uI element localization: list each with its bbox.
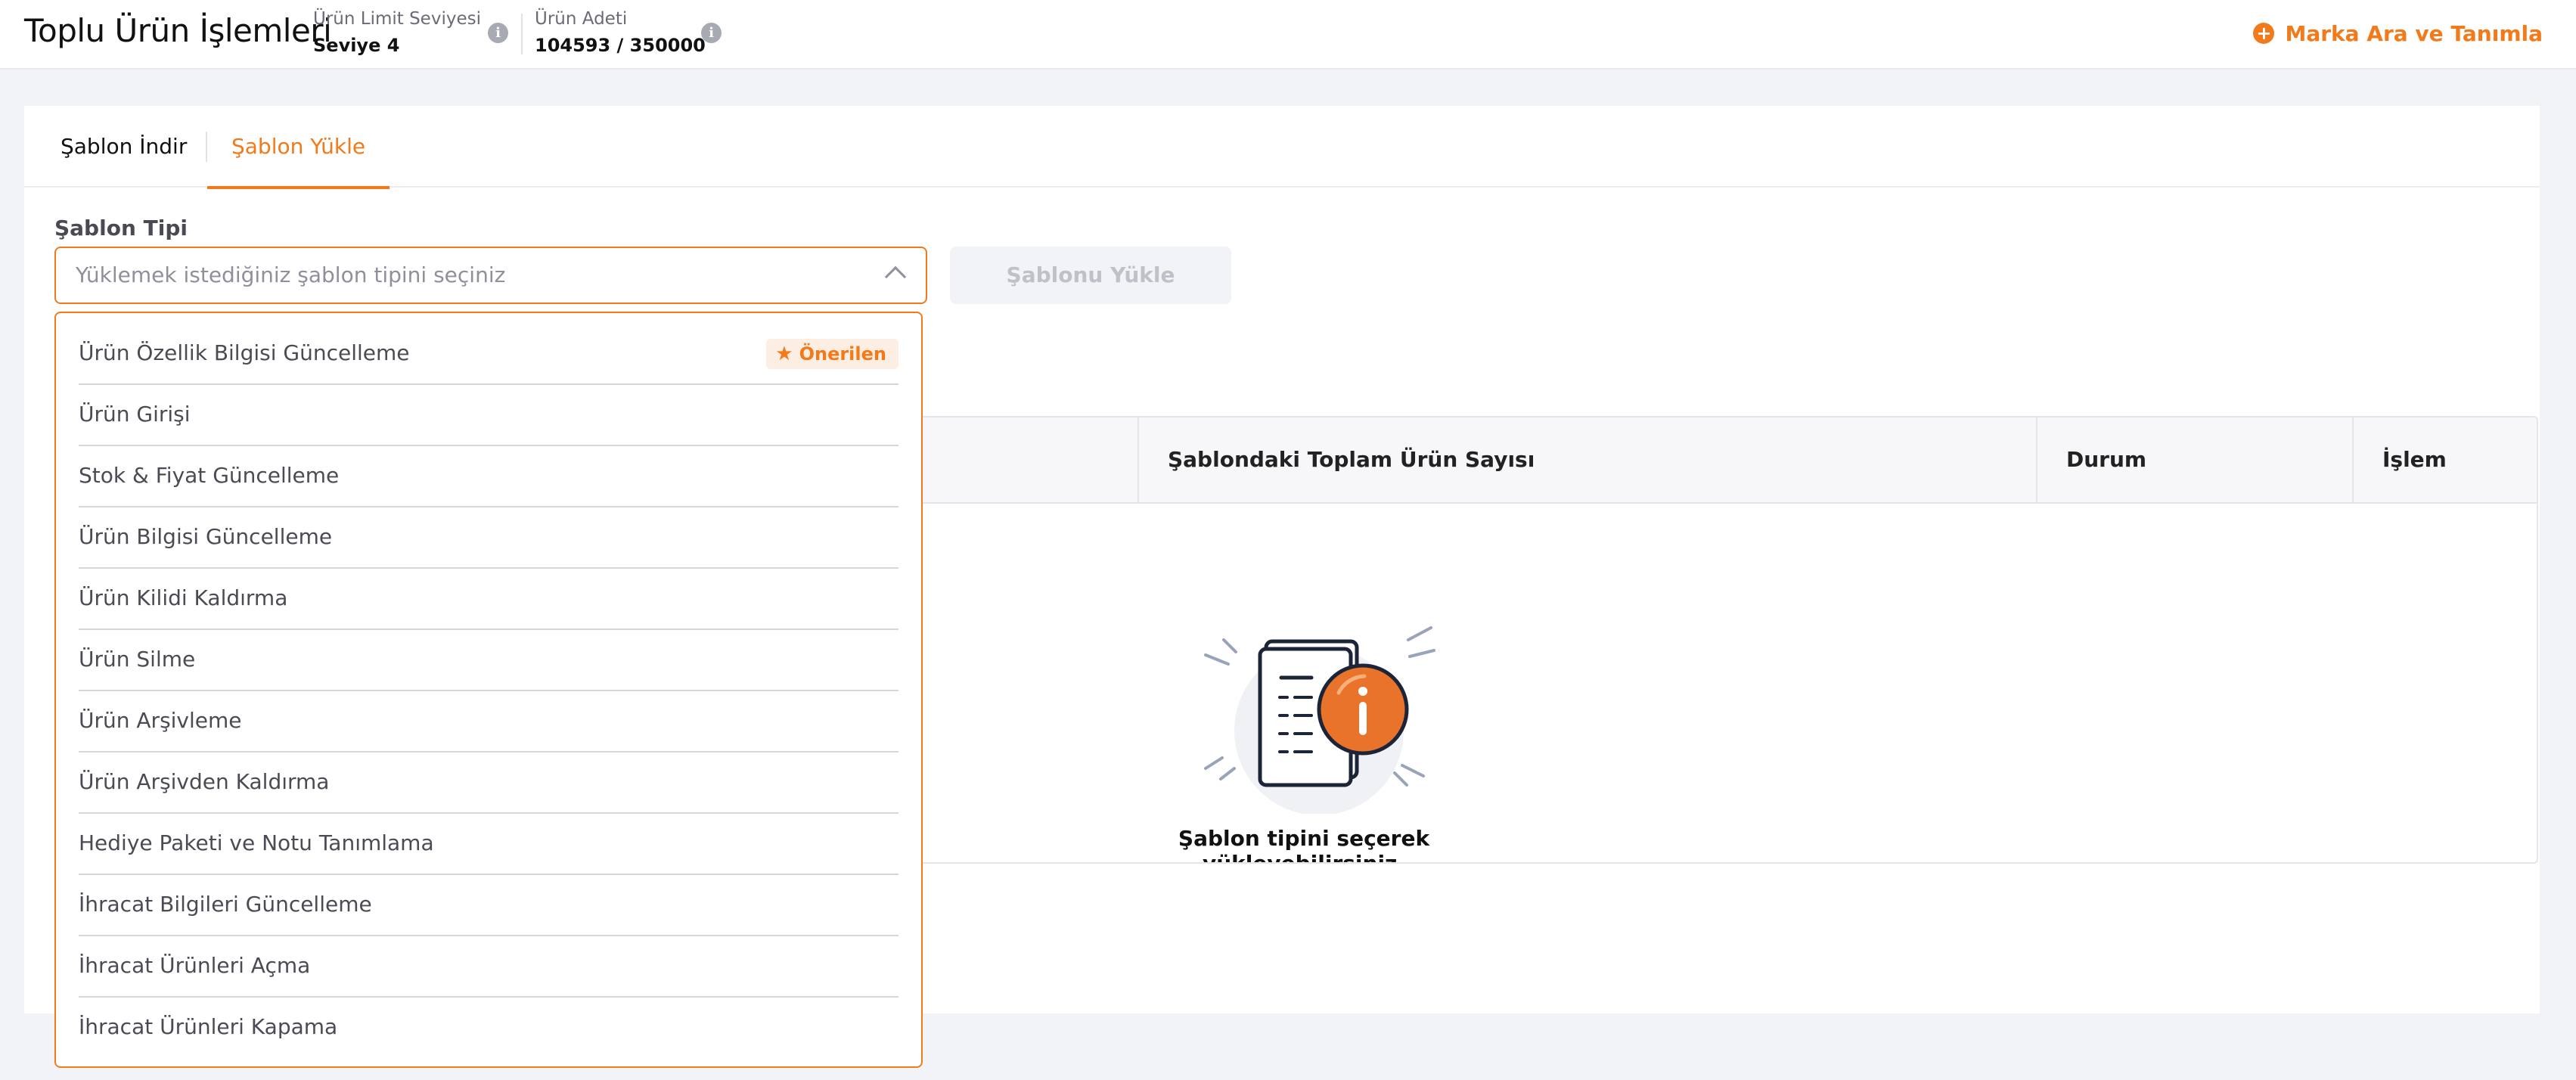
- empty-state-message: Şablon tipini seçerek yükleyebilirsiniz.: [1178, 826, 1430, 864]
- dropdown-option-label: İhracat Ürünleri Kapama: [79, 1014, 338, 1039]
- template-type-placeholder: Yüklemek istediğiniz şablon tipini seçin…: [76, 262, 506, 287]
- template-type-dropdown: Ürün Özellik Bilgisi Güncelleme ★ Öneril…: [54, 312, 923, 1068]
- limit-level-value: Seviye 4: [313, 35, 400, 56]
- upload-template-button[interactable]: Şablonu Yükle: [950, 247, 1231, 304]
- plus-circle-icon: +: [2253, 23, 2275, 44]
- recommended-badge-label: Önerilen: [799, 343, 886, 365]
- brand-search-button[interactable]: + Marka Ara ve Tanımla: [2253, 18, 2543, 48]
- column-status: Durum: [2036, 417, 2352, 502]
- dropdown-option[interactable]: Ürün Silme: [79, 630, 898, 691]
- info-icon[interactable]: i: [488, 23, 508, 43]
- dropdown-option-label: Ürün Kilidi Kaldırma: [79, 585, 288, 610]
- tab-template-download[interactable]: Şablon İndir: [61, 106, 187, 188]
- template-type-label: Şablon Tipi: [54, 216, 188, 241]
- dropdown-option-label: Ürün Özellik Bilgisi Güncelleme: [79, 340, 410, 365]
- dropdown-option[interactable]: Ürün Kilidi Kaldırma: [79, 569, 898, 630]
- product-count-value: 104593 / 350000: [535, 35, 706, 56]
- dropdown-option-label: Ürün Bilgisi Güncelleme: [79, 524, 333, 549]
- tab-template-upload[interactable]: Şablon Yükle: [207, 106, 390, 189]
- info-icon[interactable]: i: [701, 23, 722, 43]
- dropdown-option[interactable]: İhracat Ürünleri Kapama: [79, 998, 898, 1059]
- dropdown-option[interactable]: Ürün Bilgisi Güncelleme: [79, 507, 898, 569]
- header-divider: [521, 14, 523, 54]
- chevron-up-icon: [884, 265, 907, 288]
- star-icon: ★: [775, 343, 793, 365]
- dropdown-option[interactable]: Ürün Arşivden Kaldırma: [79, 753, 898, 814]
- dropdown-option[interactable]: Ürün Özellik Bilgisi Güncelleme ★ Öneril…: [79, 324, 898, 385]
- column-action: İşlem: [2352, 417, 2537, 502]
- dropdown-option-label: Ürün Arşivden Kaldırma: [79, 769, 330, 794]
- dropdown-option[interactable]: Ürün Arşivleme: [79, 691, 898, 753]
- dropdown-option-label: İhracat Ürünleri Açma: [79, 953, 311, 978]
- dropdown-option[interactable]: İhracat Bilgileri Güncelleme: [79, 875, 898, 936]
- template-type-select[interactable]: Yüklemek istediğiniz şablon tipini seçin…: [54, 247, 927, 304]
- dropdown-option-label: Ürün Silme: [79, 647, 196, 672]
- dropdown-option[interactable]: İhracat Ürünleri Açma: [79, 936, 898, 998]
- dropdown-option-label: Stok & Fiyat Güncelleme: [79, 463, 340, 488]
- product-count-block: Ürün Adeti 104593 / 350000: [535, 9, 706, 56]
- column-total-products: Şablondaki Toplam Ürün Sayısı: [1137, 417, 2036, 502]
- dropdown-option[interactable]: Stok & Fiyat Güncelleme: [79, 446, 898, 507]
- document-info-icon: [1204, 626, 1435, 814]
- dropdown-option-label: İhracat Bilgileri Güncelleme: [79, 892, 372, 917]
- tab-bar: Şablon İndir Şablon Yükle: [24, 106, 2540, 189]
- recommended-badge: ★ Önerilen: [766, 339, 898, 369]
- dropdown-option[interactable]: Ürün Girişi: [79, 385, 898, 446]
- brand-search-label: Marka Ara ve Tanımla: [2285, 20, 2543, 46]
- dropdown-option[interactable]: Hediye Paketi ve Notu Tanımlama: [79, 814, 898, 875]
- product-count-label: Ürün Adeti: [535, 9, 628, 29]
- page-title: Toplu Ürün İşlemleri: [24, 12, 332, 49]
- dropdown-option-label: Hediye Paketi ve Notu Tanımlama: [79, 830, 434, 855]
- dropdown-option-label: Ürün Girişi: [79, 402, 191, 427]
- dropdown-option-label: Ürün Arşivleme: [79, 708, 242, 733]
- limit-level-block: Ürün Limit Seviyesi Seviye 4: [313, 9, 481, 56]
- page-header: Toplu Ürün İşlemleri Ürün Limit Seviyesi…: [0, 0, 2576, 70]
- limit-level-label: Ürün Limit Seviyesi: [313, 9, 481, 29]
